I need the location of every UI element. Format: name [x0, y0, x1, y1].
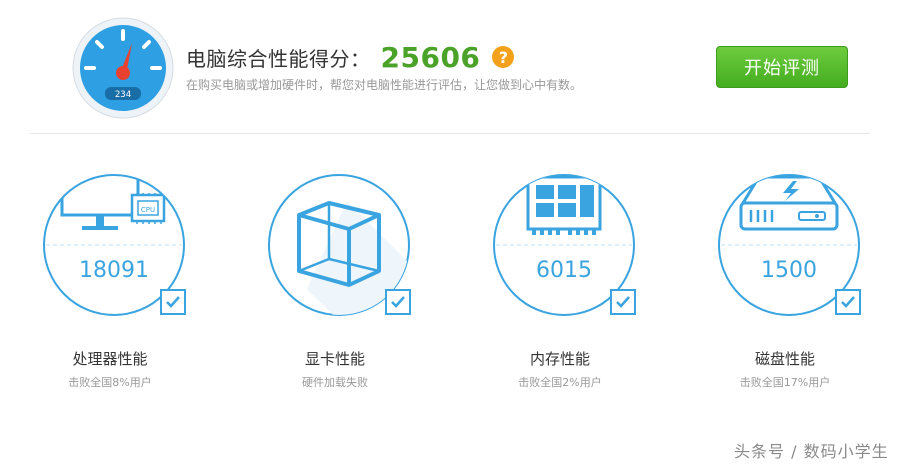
title-row: 电脑综合性能得分： 25606 ? — [186, 40, 515, 74]
hard-disk-icon — [739, 175, 839, 231]
gpu-check-icon — [385, 289, 411, 315]
disk-check-icon — [835, 289, 861, 315]
cpu-title: 处理器性能 — [72, 350, 148, 368]
memory-desc: 击败全国2%用户 — [518, 376, 602, 389]
cpu-chip-label: CPU — [141, 206, 155, 214]
memory-check-icon — [610, 289, 636, 315]
speedometer-icon: 234 — [72, 17, 174, 119]
header: 234 电脑综合性能得分： 25606 ? 在购买电脑或增加硬件时，帮您对电脑性… — [0, 0, 900, 134]
card-disk-circle: 1500 — [717, 173, 867, 321]
total-score: 25606 — [380, 40, 481, 74]
subtitle: 在购买电脑或增加硬件时，帮您对电脑性能进行评估，让您做到心中有数。 — [186, 78, 583, 92]
start-test-button[interactable]: 开始评测 — [716, 46, 848, 88]
disk-title: 磁盘性能 — [754, 350, 815, 368]
divider — [30, 133, 870, 134]
gpu-title: 显卡性能 — [304, 350, 365, 368]
page-title: 电脑综合性能得分： — [186, 46, 371, 71]
gpu-desc: 硬件加载失败 — [302, 376, 368, 389]
memory-chip-icon — [526, 175, 602, 235]
speedometer-readout: 234 — [115, 90, 131, 100]
card-disk: 1500 磁盘性能 击败全国17%用户 — [695, 173, 875, 403]
memory-score: 6015 — [536, 258, 592, 283]
disk-desc: 击败全国17%用户 — [739, 376, 831, 389]
watermark: 头条号 / 数码小学生 — [734, 442, 889, 461]
card-cpu-circle: CPU 18091 — [42, 173, 192, 321]
cpu-score: 18091 — [79, 258, 149, 283]
help-icon[interactable]: ? — [492, 46, 515, 68]
card-memory: 6015 内存性能 击败全国2%用户 — [470, 173, 650, 403]
card-gpu: 显卡性能 硬件加载失败 — [245, 173, 425, 403]
disk-score: 1500 — [761, 258, 817, 283]
card-memory-circle: 6015 — [492, 173, 642, 321]
card-cpu: CPU 18091 处理器性能 击败全国8%用户 — [20, 173, 200, 403]
cpu-desc: 击败全国8%用户 — [68, 376, 152, 389]
card-gpu-circle — [267, 173, 417, 321]
cpu-check-icon — [160, 289, 186, 315]
memory-title: 内存性能 — [529, 350, 590, 368]
